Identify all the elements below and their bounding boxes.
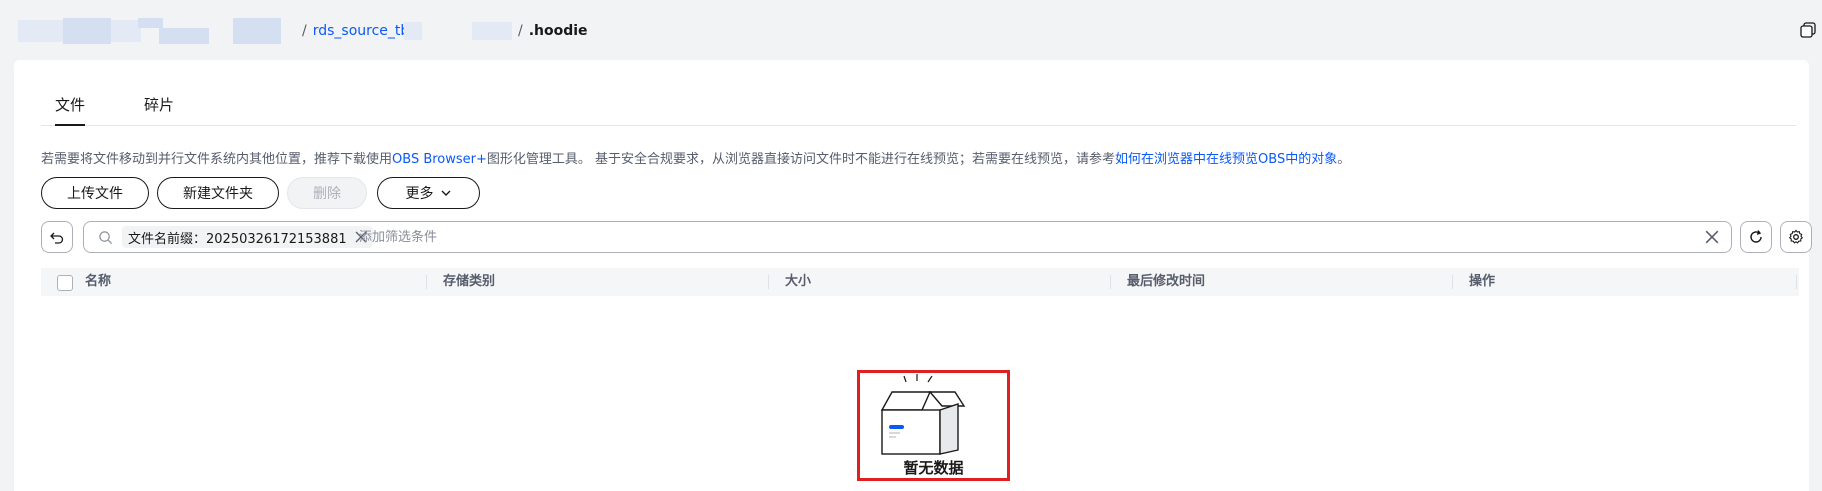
column-divider[interactable] [768,275,769,289]
breadcrumb: / rds_source_tbl_ / .hoodie [0,0,1822,60]
notice-text: 若需要将文件移动到并行文件系统内其他位置，推荐下载使用 [41,152,393,167]
empty-state-text: 暂无数据 [903,459,964,477]
blurred-crumb [472,22,512,40]
table-header: 名称 存储类别 大小 最后修改时间 操作 [41,268,1799,296]
preview-help-link[interactable]: 如何在浏览器中在线预览OBS中的对象 [1115,152,1337,167]
undo-icon [50,232,64,244]
blurred-crumb [18,20,63,42]
column-divider [1796,275,1797,289]
blurred-crumb [63,18,111,44]
page-margin [1809,60,1822,491]
notice-text: 图形化管理工具。 基于安全合规要求，从浏览器直接访问文件时不能进行在线预览；若需… [486,152,1116,167]
filter-chip-label: 文件名前缀：20250326172153881 [128,231,347,247]
column-header-storage-class[interactable]: 存储类别 [443,268,495,296]
breadcrumb-item-table[interactable]: / rds_source_tbl_ [302,22,420,40]
column-header-size[interactable]: 大小 [785,268,811,296]
gear-icon [1788,229,1804,244]
filter-chip: 文件名前缀：20250326172153881 [122,226,373,248]
delete-button[interactable]: 删除 [287,177,367,209]
copy-icon[interactable] [1800,22,1816,38]
notice-text: 。 [1337,152,1351,167]
column-divider[interactable] [426,275,427,289]
more-label: 更多 [405,186,434,202]
column-header-actions: 操作 [1469,274,1496,289]
blurred-crumb [233,18,281,44]
page-margin [0,60,14,491]
chevron-down-icon [441,190,450,196]
column-header-last-modified[interactable]: 最后修改时间 [1127,268,1205,296]
upload-file-button[interactable]: 上传文件 [41,177,149,209]
tab-files[interactable]: 文件 [55,94,86,126]
blurred-crumb [404,22,422,40]
settings-button[interactable] [1780,221,1812,253]
refresh-button[interactable] [1740,221,1772,253]
info-notice: 若需要将文件移动到并行文件系统内其他位置，推荐下载使用OBS Browser+图… [41,148,1350,167]
tab-fragments[interactable]: 碎片 [144,94,174,126]
new-folder-button[interactable]: 新建文件夹 [157,177,279,209]
more-button[interactable]: 更多 [377,177,480,209]
back-button[interactable] [41,221,73,253]
blurred-crumb [159,28,209,44]
blurred-crumb [138,18,163,28]
blurred-crumb [111,20,141,42]
column-divider[interactable] [1452,275,1453,289]
tab-bar: 文件 碎片 [41,94,1796,126]
clear-icon[interactable] [1705,230,1719,244]
column-header-name[interactable]: 名称 [85,268,111,296]
refresh-icon [1750,230,1762,243]
obs-browser-link[interactable]: OBS Browser+ [392,152,487,167]
breadcrumb-current: .hoodie [528,23,588,39]
breadcrumb-item-current: / .hoodie [518,23,588,39]
select-all-checkbox[interactable] [57,275,73,291]
column-divider[interactable] [1110,275,1111,289]
search-icon [99,231,113,245]
empty-box-icon [880,374,966,455]
filter-search-bar[interactable]: 文件名前缀：20250326172153881 [83,221,1732,253]
filter-input[interactable] [359,227,1659,247]
